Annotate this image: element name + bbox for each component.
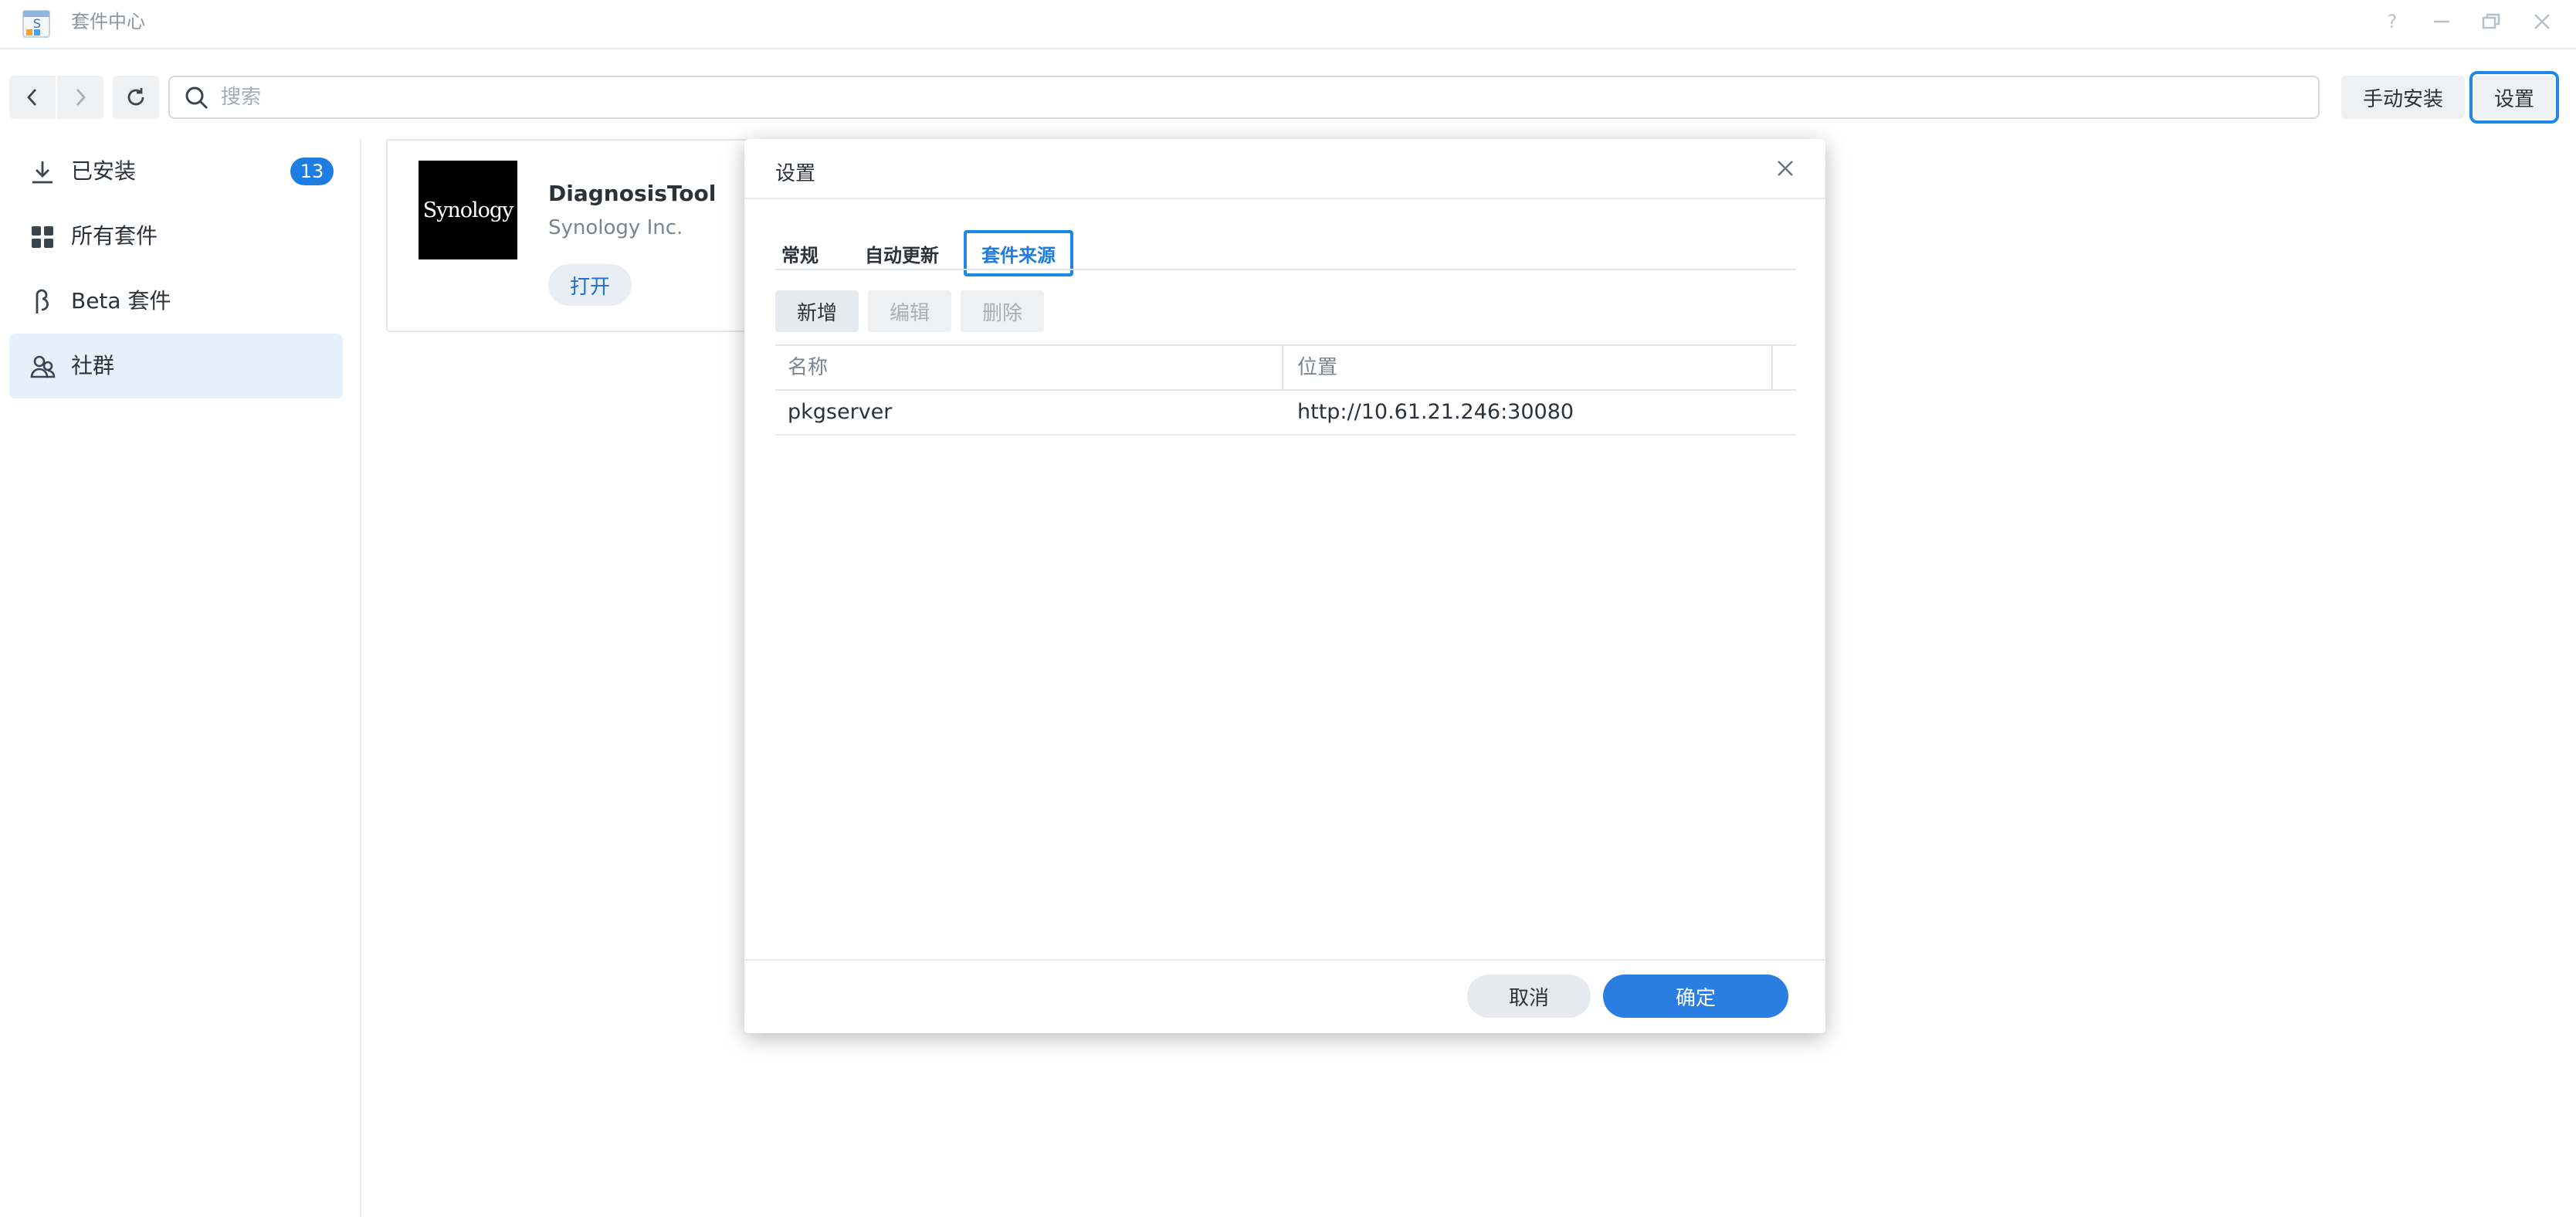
- refresh-button[interactable]: [113, 76, 159, 119]
- source-location-cell: http://10.61.21.246:30080: [1297, 400, 1574, 424]
- package-name: DiagnosisTool: [548, 181, 717, 206]
- chevron-left-icon: [27, 89, 37, 106]
- sidebar: 已安装 13 所有套件 Beta 套件 社群: [0, 139, 361, 1217]
- sidebar-item-label: 所有套件: [71, 223, 158, 249]
- sidebar-item-label: 已安装: [71, 158, 137, 184]
- column-header-location[interactable]: 位置: [1297, 346, 1337, 389]
- package-sources-table: 名称 位置 pkgserver http://10.61.21.246:3008…: [775, 344, 1796, 436]
- minimize-icon[interactable]: [2426, 6, 2457, 37]
- column-divider: [1771, 346, 1773, 389]
- search-icon: [185, 86, 208, 110]
- add-source-button[interactable]: 新增: [775, 290, 859, 332]
- tab-divider: [775, 269, 1796, 270]
- package-center-icon: S: [22, 10, 50, 38]
- grid-icon: [32, 226, 53, 248]
- table-header: 名称 位置: [775, 344, 1796, 391]
- sidebar-item-community[interactable]: 社群: [9, 334, 343, 398]
- column-header-name[interactable]: 名称: [788, 346, 828, 389]
- window-title: 套件中心: [71, 11, 145, 32]
- svg-text:S: S: [33, 16, 41, 31]
- history-nav: [9, 76, 103, 119]
- settings-button[interactable]: 设置: [2469, 71, 2559, 124]
- forward-button[interactable]: [57, 76, 103, 119]
- column-divider: [1282, 346, 1283, 389]
- restore-icon[interactable]: [2476, 6, 2507, 37]
- close-icon[interactable]: [2527, 6, 2557, 37]
- sidebar-item-all-packages[interactable]: 所有套件: [9, 204, 343, 269]
- installed-count-badge: 13: [290, 158, 334, 185]
- sidebar-item-label: 社群: [71, 353, 115, 378]
- source-name-cell: pkgserver: [788, 400, 893, 424]
- back-button[interactable]: [9, 76, 56, 119]
- search-input[interactable]: [221, 82, 2298, 113]
- synology-logo: Synology: [419, 161, 517, 259]
- dialog-close-button[interactable]: [1770, 153, 1801, 184]
- cancel-button[interactable]: 取消: [1467, 975, 1591, 1018]
- download-icon: [32, 161, 53, 184]
- sidebar-item-installed[interactable]: 已安装 13: [9, 139, 343, 204]
- dialog-footer-divider: [744, 959, 1825, 961]
- close-icon: [1778, 161, 1793, 176]
- dialog-title: 设置: [775, 162, 816, 185]
- dialog-header-divider: [744, 198, 1825, 199]
- beta-icon: [36, 289, 49, 314]
- package-vendor: Synology Inc.: [548, 216, 683, 239]
- refresh-icon: [127, 88, 144, 106]
- chevron-right-icon: [76, 89, 86, 106]
- community-icon: [30, 355, 56, 378]
- delete-source-button[interactable]: 删除: [961, 290, 1044, 332]
- sidebar-item-label: Beta 套件: [71, 288, 171, 314]
- window-titlebar: S 套件中心 ?: [0, 0, 2576, 49]
- help-icon[interactable]: ?: [2377, 6, 2408, 37]
- open-package-button[interactable]: 打开: [548, 264, 632, 306]
- search-box: [168, 76, 2320, 119]
- ok-button[interactable]: 确定: [1603, 975, 1788, 1018]
- svg-text:?: ?: [2388, 11, 2398, 32]
- table-row[interactable]: pkgserver http://10.61.21.246:30080: [775, 391, 1796, 436]
- sidebar-item-beta[interactable]: Beta 套件: [9, 269, 343, 334]
- edit-source-button[interactable]: 编辑: [868, 290, 951, 332]
- settings-dialog: 设置 常规 自动更新 套件来源 新增 编辑 删除 名称 位置 pkgserver…: [744, 139, 1825, 1033]
- manual-install-button[interactable]: 手动安装: [2341, 76, 2465, 119]
